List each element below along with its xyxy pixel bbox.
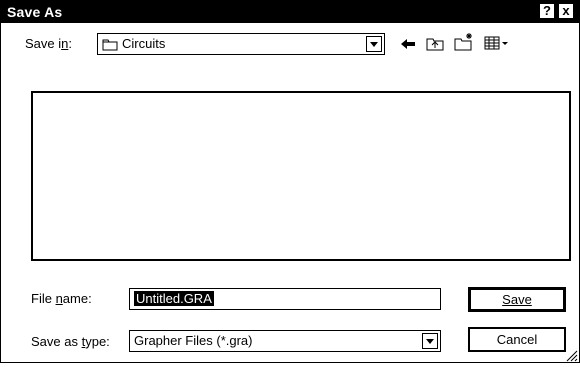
close-button[interactable]: x	[558, 3, 574, 19]
file-name-label: File name:	[31, 291, 92, 306]
save-as-type-value: Grapher Files (*.gra)	[134, 333, 253, 348]
save-as-type-label: Save as type:	[31, 334, 110, 349]
save-as-type-combobox[interactable]: Grapher Files (*.gra)	[129, 330, 441, 352]
save-in-value: Circuits	[122, 36, 166, 51]
file-list[interactable]	[31, 91, 571, 261]
new-folder-icon[interactable]	[453, 32, 475, 57]
resize-grip-icon[interactable]	[566, 349, 578, 362]
chevron-down-icon[interactable]	[366, 36, 382, 52]
title-bar[interactable]: Save As ? x	[1, 1, 579, 23]
back-arrow-icon[interactable]	[399, 36, 417, 57]
save-in-label-text: Save in:	[25, 36, 72, 51]
save-as-type-label-text: Save as type:	[31, 334, 110, 349]
save-in-label: Save in:	[25, 36, 72, 51]
folder-icon	[102, 37, 118, 56]
chevron-down-icon[interactable]	[422, 333, 438, 349]
view-menu-icon[interactable]	[484, 35, 510, 56]
save-button[interactable]: Save	[468, 287, 566, 312]
save-button-label: Save	[502, 292, 532, 307]
save-in-combobox[interactable]: Circuits	[97, 33, 385, 55]
file-name-value: Untitled.GRA	[134, 291, 214, 306]
cancel-button[interactable]: Cancel	[468, 327, 566, 352]
save-as-dialog: Save As ? x Save in: Circuits File name:…	[0, 0, 580, 363]
file-name-input[interactable]: Untitled.GRA	[129, 288, 441, 310]
window-title: Save As	[7, 4, 63, 20]
file-name-label-text: File name:	[31, 291, 92, 306]
help-button[interactable]: ?	[539, 3, 555, 19]
up-one-level-icon[interactable]	[425, 34, 445, 57]
